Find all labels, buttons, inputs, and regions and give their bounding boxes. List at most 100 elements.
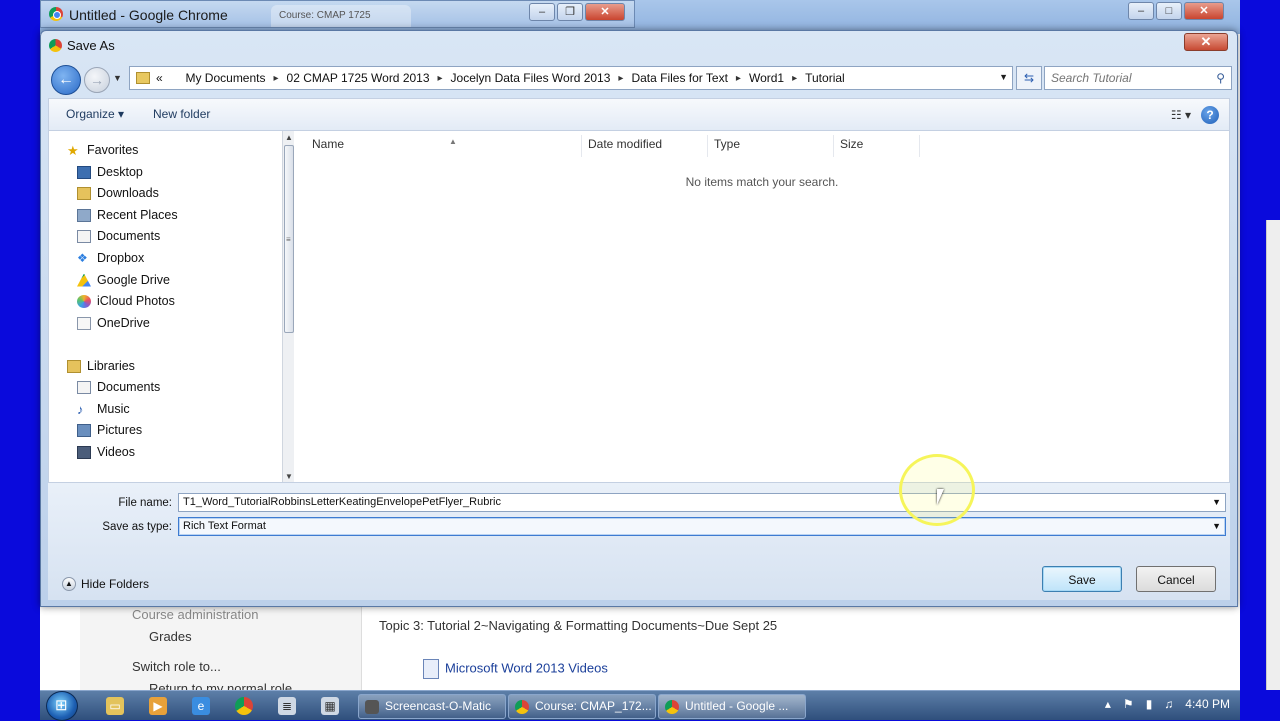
sidebar-item-onedrive[interactable]: OneDrive [77, 313, 150, 333]
save-button[interactable]: Save [1042, 566, 1122, 592]
help-icon[interactable]: ? [1201, 106, 1219, 124]
sidebar-item-label: iCloud Photos [97, 294, 175, 308]
save-as-type-select[interactable]: Rich Text Format ▼ [178, 517, 1226, 536]
chevron-down-icon[interactable]: ▼ [999, 72, 1008, 82]
new-folder-button[interactable]: New folder [153, 107, 210, 121]
refresh-icon[interactable]: ⇆ [1016, 66, 1042, 90]
taskbar-item-course[interactable]: Course: CMAP_172... [508, 694, 656, 719]
sidebar-item-downloads[interactable]: Downloads [77, 183, 159, 203]
scroll-down-icon[interactable]: ▼ [285, 472, 293, 481]
libraries-label: Libraries [87, 359, 135, 373]
save-as-type-value[interactable]: Rich Text Format [183, 520, 266, 532]
sidebar-item-lib-documents[interactable]: Documents [77, 377, 160, 397]
system-tray: ▴ ⚑ ▮ ♫ 4:40 PM [1105, 697, 1230, 711]
sidebar-item-google-drive[interactable]: Google Drive [77, 270, 170, 290]
column-header-name[interactable]: Name ▲ [306, 135, 582, 157]
chevron-right-icon[interactable]: ▸ [438, 73, 443, 84]
taskbar-item-screencast[interactable]: Screencast-O-Matic [358, 694, 506, 719]
breadcrumb-data-files[interactable]: Data Files for Text [631, 71, 727, 85]
word-videos-link[interactable]: Microsoft Word 2013 Videos [445, 660, 608, 675]
taskbar-item-untitled[interactable]: Untitled - Google ... [658, 694, 806, 719]
tray-expand-icon[interactable]: ▴ [1105, 697, 1111, 711]
back-arrow-icon[interactable]: ← [51, 65, 81, 95]
favorites-header[interactable]: ★ Favorites [67, 140, 138, 160]
file-name-value[interactable]: T1_Word_TutorialRobbinsLetterKeatingEnve… [183, 496, 501, 508]
page-scrollbar[interactable] [1266, 220, 1280, 690]
close-icon[interactable]: ✕ [585, 3, 625, 21]
forward-arrow-icon[interactable]: → [84, 67, 110, 93]
close-icon[interactable]: ✕ [1184, 2, 1224, 20]
sidebar-item-videos[interactable]: Videos [77, 442, 135, 462]
search-icon[interactable]: ⚲ [1216, 71, 1225, 85]
chrome-icon [515, 700, 529, 714]
column-header-date-modified[interactable]: Date modified [582, 135, 708, 157]
breadcrumb-overflow[interactable]: « [156, 71, 163, 85]
network-icon[interactable]: ▮ [1146, 697, 1153, 711]
libraries-header[interactable]: Libraries [67, 356, 135, 376]
sidebar-item-recent-places[interactable]: Recent Places [77, 205, 178, 225]
restore-icon[interactable]: ❐ [557, 3, 583, 21]
breadcrumb-my-documents[interactable]: My Documents [185, 71, 265, 85]
notepad-icon[interactable]: ≣ [278, 697, 296, 715]
sidebar-item-desktop[interactable]: Desktop [77, 162, 143, 182]
icloud-photos-icon [77, 294, 91, 308]
action-center-icon[interactable]: ⚑ [1123, 697, 1134, 711]
maximize-icon[interactable]: □ [1156, 2, 1182, 20]
dialog-toolbar: Organize ▾ New folder ☷ ▾ ? [48, 98, 1230, 130]
organize-button[interactable]: Organize ▾ [66, 107, 124, 121]
column-header-type[interactable]: Type [708, 135, 834, 157]
dialog-close-button[interactable]: ✕ [1184, 33, 1228, 51]
breadcrumb-jocelyn[interactable]: Jocelyn Data Files Word 2013 [451, 71, 611, 85]
search-box[interactable]: ⚲ [1044, 66, 1232, 90]
chrome-logo-icon [49, 7, 63, 21]
minimize-icon[interactable]: – [1128, 2, 1154, 20]
chrome-icon[interactable] [235, 697, 253, 715]
volume-icon[interactable]: ♫ [1164, 697, 1173, 711]
sidebar-item-documents[interactable]: Documents [77, 226, 160, 246]
cancel-button[interactable]: Cancel [1136, 566, 1216, 592]
search-input[interactable] [1045, 67, 1205, 89]
clock[interactable]: 4:40 PM [1185, 697, 1230, 711]
sidebar-item-dropbox[interactable]: ❖ Dropbox [77, 248, 144, 268]
hide-folders-button[interactable]: ▲ Hide Folders [62, 577, 149, 591]
chevron-right-icon[interactable]: ▸ [792, 73, 797, 84]
sidebar-item-label: Recent Places [97, 208, 178, 222]
pictures-icon [77, 423, 91, 437]
sidebar-item-pictures[interactable]: Pictures [77, 420, 142, 440]
column-header-size[interactable]: Size [834, 135, 920, 157]
file-name-field[interactable]: T1_Word_TutorialRobbinsLetterKeatingEnve… [178, 493, 1226, 512]
save-options-area: File name: T1_Word_TutorialRobbinsLetter… [48, 482, 1230, 600]
breadcrumb-cmap[interactable]: 02 CMAP 1725 Word 2013 [287, 71, 430, 85]
chevron-down-icon[interactable]: ▼ [1212, 521, 1221, 531]
chevron-right-icon[interactable]: ▸ [736, 73, 741, 84]
windows-taskbar: ▭ ▶ e ≣ ▦ Screencast-O-Matic Course: CMA… [40, 690, 1240, 721]
minimize-icon[interactable]: – [529, 3, 555, 21]
address-bar[interactable]: « My Documents ▸ 02 CMAP 1725 Word 2013 … [129, 66, 1013, 90]
course-sidebar: Course administration Grades Switch role… [80, 605, 362, 696]
background-tab[interactable]: Course: CMAP 1725 [271, 5, 411, 27]
switch-role-link[interactable]: Switch role to... [132, 659, 221, 674]
chevron-down-icon[interactable]: ▼ [1212, 497, 1221, 507]
start-button[interactable] [46, 691, 78, 721]
media-player-icon[interactable]: ▶ [149, 697, 167, 715]
grades-link[interactable]: Grades [149, 629, 192, 644]
documents-icon [77, 380, 91, 394]
calculator-icon[interactable]: ▦ [321, 697, 339, 715]
navigation-pane: ★ Favorites Desktop Downloads Recent Pla… [48, 130, 295, 483]
internet-explorer-icon[interactable]: e [192, 697, 210, 715]
view-options-icon[interactable]: ☷ ▾ [1171, 108, 1191, 122]
scroll-up-icon[interactable]: ▲ [285, 133, 293, 142]
breadcrumb-word1[interactable]: Word1 [749, 71, 784, 85]
recent-locations-icon[interactable]: ▼ [113, 73, 122, 83]
explorer-icon[interactable]: ▭ [106, 697, 124, 715]
chevron-right-icon[interactable]: ▸ [618, 73, 623, 84]
hide-folders-label: Hide Folders [81, 577, 150, 591]
sidebar-item-music[interactable]: ♪ Music [77, 399, 130, 419]
documents-icon [77, 229, 91, 243]
breadcrumb-tutorial[interactable]: Tutorial [805, 71, 845, 85]
word-videos-item[interactable]: Microsoft Word 2013 Videos [423, 659, 608, 679]
course-administration-link[interactable]: Course administration [132, 607, 258, 622]
sidebar-item-icloud-photos[interactable]: iCloud Photos [77, 291, 175, 311]
favorites-label: Favorites [87, 143, 139, 157]
chevron-right-icon[interactable]: ▸ [274, 73, 279, 84]
